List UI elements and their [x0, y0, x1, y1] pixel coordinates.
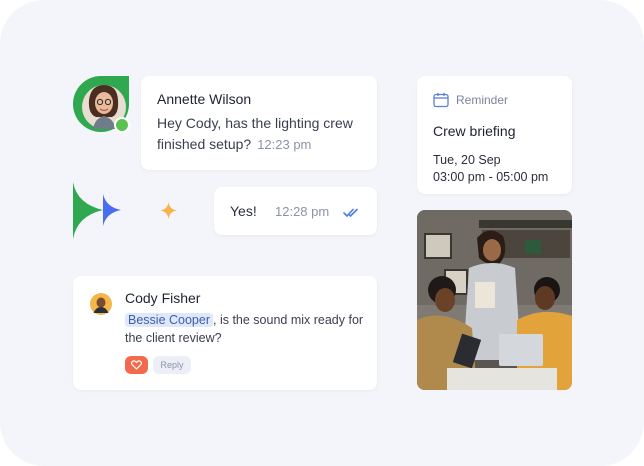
reminder-title: Crew briefing: [433, 123, 516, 139]
online-status-dot: [114, 117, 130, 133]
comment-card[interactable]: Cody Fisher Bessie Cooper, is the sound …: [73, 276, 377, 390]
reminder-date: Tue, 20 Sep: [433, 153, 501, 167]
heart-icon: [131, 360, 142, 370]
comment-text: Bessie Cooper, is the sound mix ready fo…: [125, 313, 364, 345]
reminder-label: Reminder: [456, 93, 509, 107]
message-card-reply[interactable]: Yes! 12:28 pm: [214, 187, 377, 235]
reply-button[interactable]: Reply: [153, 356, 191, 374]
reminder-card[interactable]: Reminder Crew briefing Tue, 20 Sep 03:00…: [417, 76, 572, 194]
message-text: Yes!: [230, 203, 257, 219]
canvas: Annette Wilson Hey Cody, has the lightin…: [0, 0, 644, 466]
cody-avatar[interactable]: [90, 293, 112, 315]
double-check-icon: [343, 205, 359, 223]
message-author: Annette Wilson: [157, 91, 252, 107]
decor-arrow-shapes: [73, 182, 123, 239]
message-time: 12:23 pm: [257, 137, 312, 152]
mention-tag[interactable]: Bessie Cooper: [125, 313, 213, 327]
sparkle-icon: [160, 202, 177, 219]
message-card-annette[interactable]: Annette Wilson Hey Cody, has the lightin…: [141, 76, 377, 170]
calendar-icon: [433, 92, 449, 113]
message-time: 12:28 pm: [275, 204, 330, 219]
team-photo: [417, 210, 572, 390]
heart-reaction-button[interactable]: [125, 356, 148, 374]
comment-author: Cody Fisher: [125, 290, 201, 306]
message-text: Hey Cody, has the lighting crew finished…: [157, 115, 353, 152]
reminder-time-range: 03:00 pm - 05:00 pm: [433, 170, 549, 184]
